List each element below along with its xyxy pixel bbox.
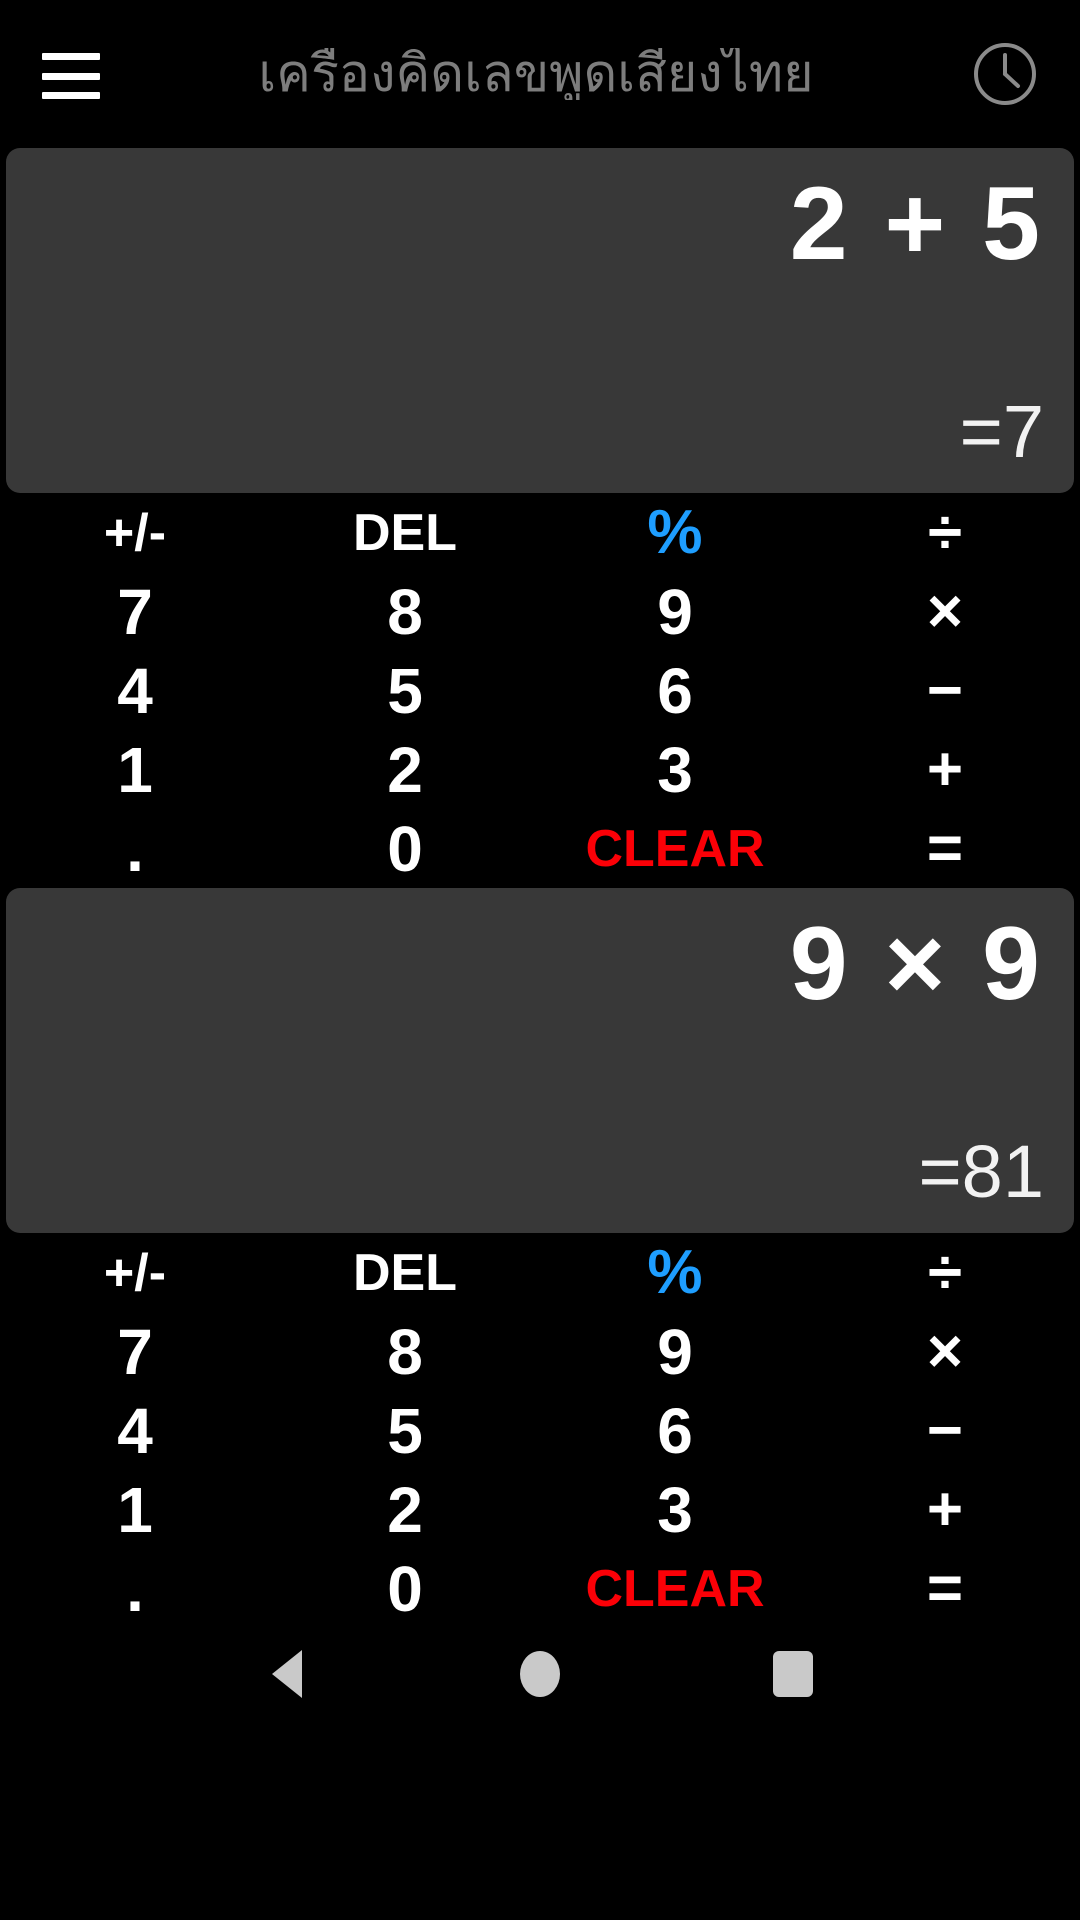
key-minus[interactable]: − bbox=[810, 651, 1080, 730]
key-multiply[interactable]: × bbox=[810, 1312, 1080, 1391]
key-clear[interactable]: CLEAR bbox=[540, 809, 810, 888]
back-triangle-shape bbox=[271, 1650, 302, 1698]
key-6[interactable]: 6 bbox=[540, 651, 810, 730]
recents-square-icon[interactable] bbox=[745, 1644, 841, 1704]
android-navigation-bar bbox=[0, 1628, 1080, 1720]
key-4[interactable]: 4 bbox=[0, 1391, 270, 1470]
key-4[interactable]: 4 bbox=[0, 651, 270, 730]
key-sign-toggle[interactable]: +/- bbox=[0, 493, 270, 572]
key-3[interactable]: 3 bbox=[540, 730, 810, 809]
display-expression: 2 + 5 bbox=[789, 166, 1044, 282]
recents-square-shape bbox=[773, 1651, 814, 1697]
key-clear[interactable]: CLEAR bbox=[540, 1549, 810, 1628]
home-circle-shape bbox=[519, 1651, 560, 1697]
key-0[interactable]: 0 bbox=[270, 809, 540, 888]
key-delete[interactable]: DEL bbox=[270, 493, 540, 572]
display-result: =81 bbox=[918, 1130, 1044, 1213]
key-7[interactable]: 7 bbox=[0, 572, 270, 651]
page-title: เครื่องคิดเลขพูดเสียงไทย bbox=[258, 48, 814, 100]
key-8[interactable]: 8 bbox=[270, 1312, 540, 1391]
key-divide[interactable]: ÷ bbox=[810, 1233, 1080, 1312]
back-triangle-icon[interactable] bbox=[239, 1644, 335, 1704]
key-divide[interactable]: ÷ bbox=[810, 493, 1080, 572]
key-delete[interactable]: DEL bbox=[270, 1233, 540, 1312]
key-6[interactable]: 6 bbox=[540, 1391, 810, 1470]
hamburger-bar bbox=[42, 53, 100, 60]
hamburger-bar bbox=[42, 92, 100, 99]
hamburger-bar bbox=[42, 72, 100, 80]
app-header: เครื่องคิดเลขพูดเสียงไทย bbox=[0, 0, 1080, 148]
key-percent[interactable]: % bbox=[540, 1233, 810, 1312]
key-0[interactable]: 0 bbox=[270, 1549, 540, 1628]
key-9[interactable]: 9 bbox=[540, 572, 810, 651]
key-7[interactable]: 7 bbox=[0, 1312, 270, 1391]
key-plus[interactable]: + bbox=[810, 1470, 1080, 1549]
key-5[interactable]: 5 bbox=[270, 1391, 540, 1470]
key-sign-toggle[interactable]: +/- bbox=[0, 1233, 270, 1312]
key-multiply[interactable]: × bbox=[810, 572, 1080, 651]
display-expression: 9 × 9 bbox=[789, 906, 1044, 1022]
calculator-keypad-2: +/- DEL% ÷ 7 8 9 × 4 5 6− 1 2 3 +. 0 CLEAR = bbox=[0, 1233, 1080, 1628]
key-1[interactable]: 1 bbox=[0, 730, 270, 809]
key-1[interactable]: 1 bbox=[0, 1470, 270, 1549]
hamburger-menu-icon[interactable] bbox=[42, 53, 100, 99]
key-2[interactable]: 2 bbox=[270, 1470, 540, 1549]
calculator-app-screen: เครื่องคิดเลขพูดเสียงไทย 2 + 5 =7 +/- DEL… bbox=[0, 0, 1080, 1920]
key-decimal[interactable]: . bbox=[0, 1549, 270, 1628]
home-circle-icon[interactable] bbox=[492, 1644, 588, 1704]
key-decimal[interactable]: . bbox=[0, 809, 270, 888]
calculator-display-2[interactable]: 9 × 9 =81 bbox=[6, 888, 1074, 1233]
key-5[interactable]: 5 bbox=[270, 651, 540, 730]
calculator-display-1[interactable]: 2 + 5 =7 bbox=[6, 148, 1074, 493]
key-3[interactable]: 3 bbox=[540, 1470, 810, 1549]
key-2[interactable]: 2 bbox=[270, 730, 540, 809]
display-result: =7 bbox=[959, 390, 1044, 473]
key-9[interactable]: 9 bbox=[540, 1312, 810, 1391]
key-equals[interactable]: = bbox=[810, 809, 1080, 888]
key-equals[interactable]: = bbox=[810, 1549, 1080, 1628]
key-plus[interactable]: + bbox=[810, 730, 1080, 809]
clock-icon[interactable] bbox=[972, 41, 1038, 107]
key-8[interactable]: 8 bbox=[270, 572, 540, 651]
key-percent[interactable]: % bbox=[540, 493, 810, 572]
calculator-keypad-1: +/- DEL% ÷ 7 8 9 × 4 5 6− 1 2 3 +. 0 CLEAR = bbox=[0, 493, 1080, 888]
key-minus[interactable]: − bbox=[810, 1391, 1080, 1470]
